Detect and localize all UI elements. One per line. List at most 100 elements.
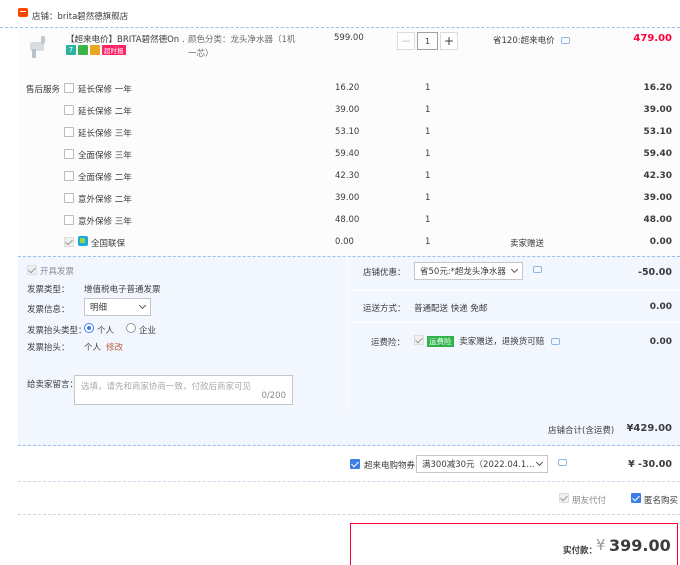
service-row: 延长保修 二年 39.00 1 39.00	[64, 105, 672, 123]
insurance-badge: 运费险	[427, 336, 454, 347]
chat-icon[interactable]	[533, 266, 542, 273]
shipping-value: 普通配送 快递 免邮	[414, 304, 488, 314]
invoice-open-label: 开具发票	[40, 267, 75, 277]
service-checkbox[interactable]	[64, 127, 74, 137]
chat-icon[interactable]	[558, 459, 567, 466]
quantity-input[interactable]: 1	[417, 32, 438, 50]
service-name: 全面保修 三年	[78, 151, 132, 161]
chevron-down-icon	[535, 458, 544, 467]
warranty-gift: 卖家赠送	[510, 239, 545, 249]
service-total: 59.40	[643, 149, 672, 159]
service-checkbox[interactable]	[64, 149, 74, 159]
service-price: 16.20	[335, 83, 360, 93]
invoice-info-value: 明细	[90, 303, 108, 313]
invoice-edit-link[interactable]: 修改	[106, 341, 123, 353]
service-total: 42.30	[643, 171, 672, 181]
shop-icon	[18, 8, 28, 17]
services-heading: 售后服务	[26, 85, 61, 95]
invoice-header-value: 个人	[84, 343, 102, 353]
shop-discount-amount: -50.00	[638, 267, 672, 278]
service-qty: 1	[425, 105, 431, 115]
payment-currency: ¥	[596, 536, 606, 554]
chevron-down-icon	[510, 265, 519, 274]
service-total: 53.10	[643, 127, 672, 137]
company-radio[interactable]	[126, 323, 136, 333]
service-row: 延长保修 一年 16.20 1 16.20	[64, 83, 672, 101]
service-qty: 1	[425, 193, 431, 203]
service-total: 39.00	[643, 193, 672, 203]
savings-text: 省120:超来电价	[493, 36, 555, 46]
service-qty: 1	[425, 83, 431, 93]
faucet-spout	[32, 49, 36, 58]
coupon-select[interactable]: 满300减30元（2022.04.1...	[416, 455, 548, 473]
insurance-amount: 0.00	[649, 337, 672, 347]
service-checkbox[interactable]	[64, 193, 74, 203]
shipping-amount: 0.00	[649, 302, 672, 312]
service-price: 39.00	[335, 193, 360, 203]
payment-label: 实付款：	[563, 546, 598, 556]
service-row: 全面保修 二年 42.30 1 42.30	[64, 171, 672, 189]
service-name: 延长保修 一年	[78, 85, 132, 95]
warranty-total: 0.00	[649, 237, 672, 247]
invoice-info-label: 发票信息：	[27, 305, 70, 315]
service-checkbox[interactable]	[64, 83, 74, 93]
chat-icon[interactable]	[550, 338, 560, 345]
invoice-header-type-label: 发票抬头类型：	[27, 326, 87, 336]
coupon-label: 超来电购物券	[364, 461, 416, 471]
service-price: 39.00	[335, 105, 360, 115]
increase-button[interactable]: +	[440, 32, 458, 50]
shop-total-amount: ¥429.00	[626, 423, 672, 434]
service-qty: 1	[425, 127, 431, 137]
insurance-label: 运费险：	[371, 338, 406, 348]
coupon-checkbox[interactable]	[350, 459, 360, 469]
chat-icon[interactable]	[561, 37, 571, 44]
service-price: 53.10	[335, 127, 360, 137]
service-total: 48.00	[643, 215, 672, 225]
insurance-checkbox	[414, 335, 424, 345]
warranty-price: 0.00	[335, 237, 354, 247]
service-total: 16.20	[643, 83, 672, 93]
divider	[348, 322, 680, 323]
message-textarea[interactable]: 选填，请先和商家协商一致，付款后商家可见 0/200	[74, 375, 293, 405]
message-placeholder: 选填，请先和商家协商一致，付款后商家可见	[81, 382, 252, 392]
invoice-checkbox	[27, 265, 37, 275]
anonymous-label: 匿名购买	[644, 496, 679, 506]
service-row: 意外保修 三年 48.00 1 48.00	[64, 215, 672, 233]
quantity-stepper: − 1 +	[397, 32, 460, 52]
service-name: 延长保修 三年	[78, 129, 132, 139]
service-name: 延长保修 二年	[78, 107, 132, 117]
service-row: 全面保修 三年 59.40 1 59.40	[64, 149, 672, 167]
friend-pay-label: 朋友代付	[572, 496, 607, 506]
friend-pay-checkbox[interactable]	[559, 493, 569, 503]
green-badge-icon	[78, 45, 88, 55]
service-qty: 1	[425, 215, 431, 225]
shop-discount-select[interactable]: 省50元:*超龙头净水器	[414, 262, 523, 280]
personal-label: 个人	[97, 326, 115, 336]
service-name: 意外保修 二年	[78, 195, 132, 205]
service-qty: 1	[425, 171, 431, 181]
product-badges: 7 超时报	[66, 45, 126, 55]
decrease-button[interactable]: −	[397, 32, 415, 50]
warranty-checkbox	[64, 237, 74, 247]
product-sku: 颜色分类：龙头净水器（1机一芯）	[188, 35, 296, 59]
shop-total-label: 店铺合计(含运费)	[548, 426, 615, 436]
insurance-info: 运费险 卖家赠送，退换货可赔	[427, 335, 560, 347]
service-checkbox[interactable]	[64, 105, 74, 115]
promo-badge: 超时报	[102, 45, 126, 55]
anonymous-checkbox[interactable]	[631, 493, 641, 503]
warranty-icon	[78, 236, 88, 246]
invoice-info-select[interactable]: 明细	[84, 298, 151, 316]
invoice-header-label: 发票抬头：	[27, 343, 70, 353]
service-row: 意外保修 二年 39.00 1 39.00	[64, 193, 672, 211]
service-checkbox[interactable]	[64, 171, 74, 181]
service-price: 42.30	[335, 171, 360, 181]
unit-price: 599.00	[334, 33, 364, 43]
shop-name[interactable]: 店铺：brita碧然德旗舰店	[32, 10, 128, 22]
service-checkbox[interactable]	[64, 215, 74, 225]
personal-radio[interactable]	[84, 323, 94, 333]
product-title[interactable]: 【超来电价】BRITA碧然德On ...	[66, 33, 184, 45]
message-count: 0/200	[261, 391, 287, 401]
product-thumbnail[interactable]	[26, 34, 52, 60]
chevron-down-icon	[138, 301, 147, 310]
service-total: 39.00	[643, 105, 672, 115]
